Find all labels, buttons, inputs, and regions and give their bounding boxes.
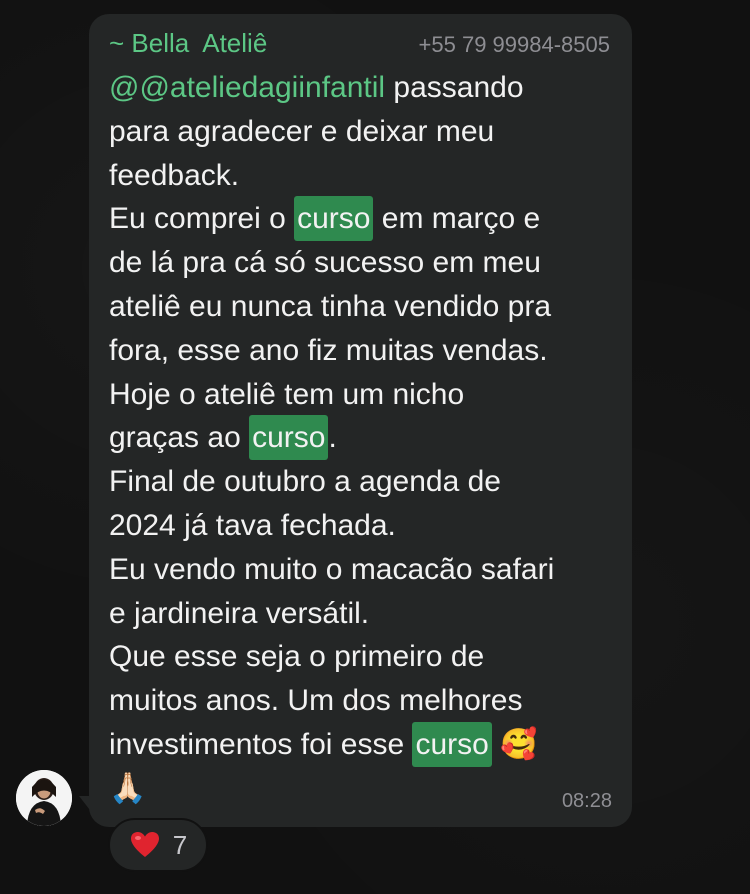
message-text-segment: passando <box>385 71 524 104</box>
message-line: @@ateliedagiinfantil passando <box>109 66 619 110</box>
message-text-segment: . <box>328 421 337 455</box>
message-line: 2024 já tava fechada. <box>109 508 396 542</box>
message-line: fora, esse ano fiz muitas vendas. <box>109 333 548 367</box>
search-highlight: curso <box>249 415 329 461</box>
praying-hands-icon: 🙏🏻 <box>109 771 147 805</box>
message-text-segment: investimentos foi esse <box>109 727 413 761</box>
mention-link[interactable]: @@ateliedagiinfantil <box>109 71 385 104</box>
search-highlight: curso <box>412 721 492 767</box>
sender-header: ~ Bella Ateliê +55 79 99984-8505 <box>109 28 610 62</box>
message-line: Que esse seja o primeiro de <box>109 640 485 674</box>
message-text-segment: Eu comprei o <box>109 202 295 236</box>
sender-name[interactable]: ~ Bella Ateliê <box>109 28 267 59</box>
message-line: e jardineira versátil. <box>109 596 370 630</box>
avatar[interactable] <box>16 770 72 826</box>
smiling-face-with-hearts-icon: 🥰 <box>500 727 538 761</box>
message-text-segment: em março e <box>373 202 541 236</box>
message-line: Final de outubro a agenda de <box>109 465 501 499</box>
avatar-person-icon <box>16 770 72 826</box>
message-line: feedback. <box>109 158 240 192</box>
message-line: graças ao curso. <box>109 415 619 461</box>
message-line: Hoje o ateliê tem um nicho <box>109 377 465 411</box>
search-highlight: curso <box>294 196 374 242</box>
message-line: Eu comprei o curso em março e <box>109 196 619 242</box>
message-line: Eu vendo muito o macacão safari <box>109 552 555 586</box>
sender-phone[interactable]: +55 79 99984-8505 <box>419 32 610 58</box>
message-line: investimentos foi esse curso 🥰 <box>109 721 619 767</box>
message-line: 🙏🏻 <box>109 767 619 811</box>
reaction-pill[interactable]: 7 <box>108 818 208 872</box>
message-text: @@ateliedagiinfantil passando para agrad… <box>109 66 619 811</box>
message-line: para agradecer e deixar meu <box>109 114 495 148</box>
red-heart-icon <box>130 832 159 857</box>
message-text-segment: graças ao <box>109 421 250 455</box>
reaction-count: 7 <box>172 829 188 860</box>
message-bubble[interactable]: ~ Bella Ateliê +55 79 99984-8505 @@ateli… <box>89 14 632 827</box>
message-line: de lá pra cá só sucesso em meu <box>109 246 541 280</box>
message-timestamp: 08:28 <box>561 790 612 812</box>
message-line: muitos anos. Um dos melhores <box>109 684 523 718</box>
message-line: ateliê eu nunca tinha vendido pra <box>109 289 552 323</box>
